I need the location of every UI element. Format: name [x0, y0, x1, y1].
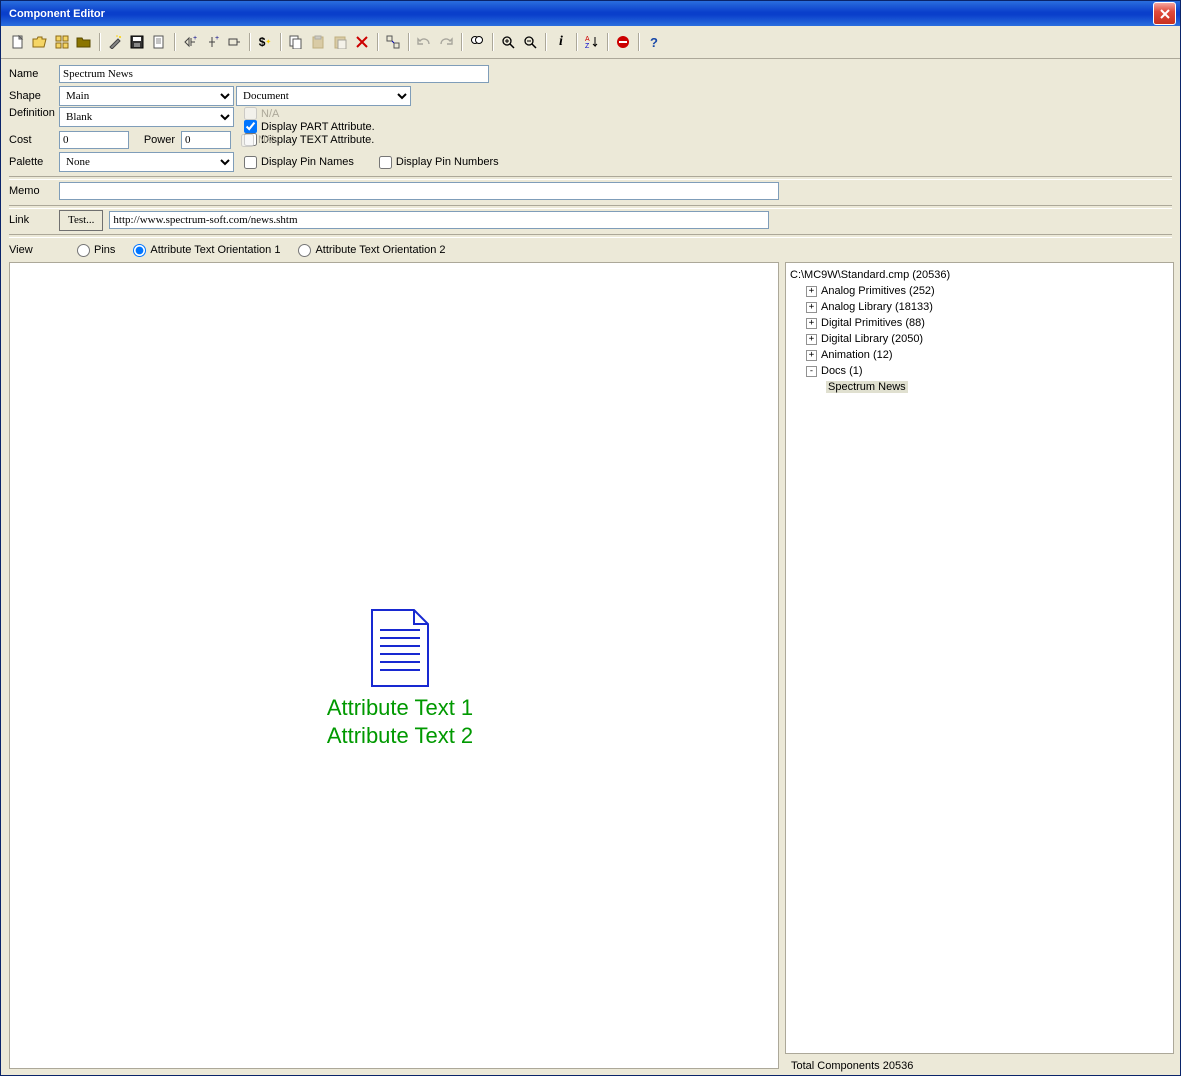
memo-field[interactable] [59, 182, 779, 200]
cost-field[interactable] [59, 131, 129, 149]
pin-names-checkbox[interactable] [244, 156, 257, 169]
expand-icon[interactable]: + [806, 334, 817, 345]
paste2-icon[interactable] [330, 32, 350, 52]
info-icon[interactable]: i [551, 32, 571, 52]
cost-icon[interactable]: $✦ [255, 32, 275, 52]
definition-label: Definition [9, 107, 59, 119]
attr1-radio[interactable] [133, 244, 146, 257]
svg-text:+: + [193, 35, 197, 42]
shape2-select[interactable]: Document [236, 86, 411, 106]
add-part3-icon[interactable] [224, 32, 244, 52]
link-field[interactable] [109, 211, 769, 229]
svg-text:A: A [585, 36, 590, 43]
window-title: Component Editor [5, 8, 1153, 20]
test-button[interactable]: Test... [59, 210, 103, 231]
grid-icon[interactable] [52, 32, 72, 52]
expand-icon[interactable]: + [806, 350, 817, 361]
tree-root[interactable]: C:\MC9W\Standard.cmp (20536) [790, 267, 1169, 283]
wizard-icon[interactable] [105, 32, 125, 52]
zoom-out-icon[interactable] [520, 32, 540, 52]
close-button[interactable] [1153, 2, 1176, 25]
tree-node[interactable]: -Docs (1) [806, 363, 1169, 379]
pin-numbers-checkbox[interactable] [379, 156, 392, 169]
expand-icon[interactable]: + [806, 286, 817, 297]
zoom-in-icon[interactable] [498, 32, 518, 52]
copy-icon[interactable] [286, 32, 306, 52]
preview-canvas[interactable]: Attribute Text 1 Attribute Text 2 [9, 262, 779, 1069]
delete-icon[interactable] [352, 32, 372, 52]
add-part-icon[interactable]: + [180, 32, 200, 52]
power-field[interactable] [181, 131, 231, 149]
name-field[interactable] [59, 65, 489, 83]
status-bar: Total Components 20536 [785, 1057, 1180, 1075]
view-label: View [9, 244, 59, 256]
undo-icon[interactable] [414, 32, 434, 52]
titlebar: Component Editor [1, 1, 1180, 26]
expand-icon[interactable]: + [806, 318, 817, 329]
link-label: Link [9, 214, 59, 226]
attribute-text-2: Attribute Text 2 [275, 723, 525, 749]
tree-node[interactable]: +Animation (12) [806, 347, 1169, 363]
cost-label: Cost [9, 134, 59, 146]
palette-select[interactable]: None [59, 152, 234, 172]
merge-icon[interactable] [383, 32, 403, 52]
collapse-icon[interactable]: - [806, 366, 817, 377]
tree-node[interactable]: +Analog Library (18133) [806, 299, 1169, 315]
expand-icon[interactable]: + [806, 302, 817, 313]
find-icon[interactable] [467, 32, 487, 52]
close-icon [1160, 9, 1170, 19]
svg-text:+: + [215, 35, 219, 42]
shape-select[interactable]: Main [59, 86, 234, 106]
new-icon[interactable] [8, 32, 28, 52]
redo-icon[interactable] [436, 32, 456, 52]
palette-label: Palette [9, 156, 59, 168]
tree-node[interactable]: +Digital Primitives (88) [806, 315, 1169, 331]
component-tree[interactable]: C:\MC9W\Standard.cmp (20536) +Analog Pri… [785, 262, 1174, 1054]
property-form: Name Shape Main Document Definition Blan… [1, 59, 1180, 262]
document-icon [370, 608, 432, 688]
stop-icon[interactable] [613, 32, 633, 52]
name-label: Name [9, 68, 59, 80]
sort-icon[interactable]: AZ [582, 32, 602, 52]
shape-label: Shape [9, 90, 59, 102]
paste-icon[interactable] [308, 32, 328, 52]
help-icon[interactable]: ? [644, 32, 664, 52]
add-part2-icon[interactable]: + [202, 32, 222, 52]
folder-icon[interactable] [74, 32, 94, 52]
open-icon[interactable] [30, 32, 50, 52]
memo-label: Memo [9, 185, 59, 197]
na2-checkbox [241, 134, 254, 147]
power-label: Power [129, 134, 181, 146]
definition-select[interactable]: Blank [59, 107, 234, 127]
na1-checkbox [244, 107, 257, 120]
page-icon[interactable] [149, 32, 169, 52]
toolbar: + + $✦ i AZ ? [1, 26, 1180, 59]
display-part-checkbox[interactable] [244, 120, 257, 133]
tree-leaf[interactable]: Spectrum News [826, 379, 1169, 395]
svg-text:Z: Z [585, 43, 590, 49]
tree-node[interactable]: +Digital Library (2050) [806, 331, 1169, 347]
pins-radio[interactable] [77, 244, 90, 257]
attribute-text-1: Attribute Text 1 [275, 695, 525, 721]
tree-node[interactable]: +Analog Primitives (252) [806, 283, 1169, 299]
attr2-radio[interactable] [298, 244, 311, 257]
save-icon[interactable] [127, 32, 147, 52]
